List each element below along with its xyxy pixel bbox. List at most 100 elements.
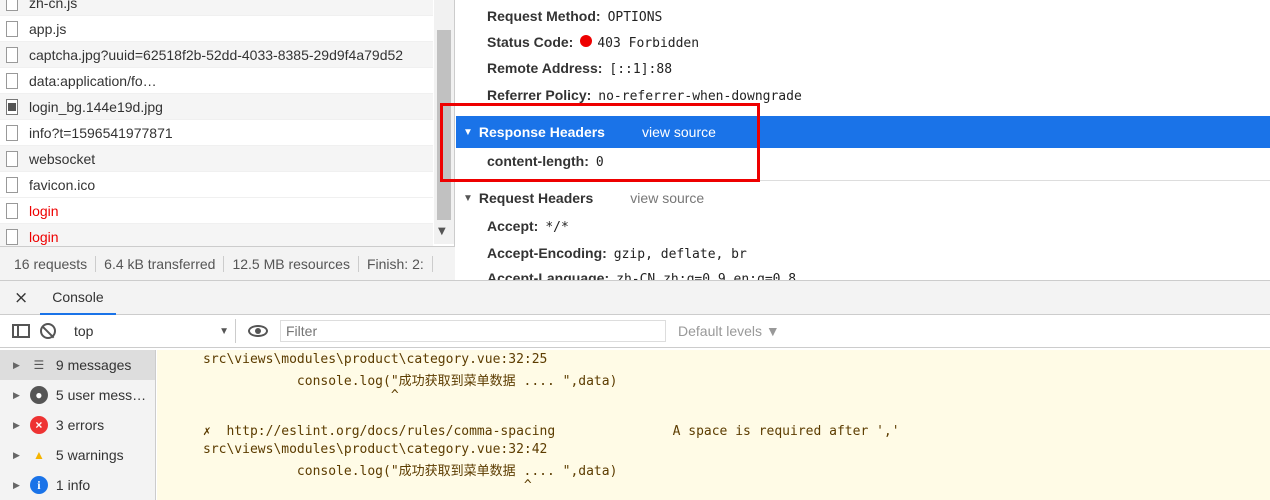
console-sidebar: ▶ ☰ 9 messages ▶ ● 5 user mess… ▶ × 3 er… xyxy=(0,350,156,500)
console-line: console.log("成功获取到菜单数据 .... ",data) xyxy=(203,374,618,389)
request-row[interactable]: app.js xyxy=(0,16,433,42)
expand-arrow-icon[interactable]: ▶ xyxy=(13,360,20,371)
context-selector[interactable]: top ▼ xyxy=(74,319,236,343)
sidebar-item-user-messages[interactable]: ▶ ● 5 user mess… xyxy=(0,380,155,410)
request-rows: zh-cn.js app.js captcha.jpg?uuid=62518f2b-… xyxy=(0,0,433,250)
expand-triangle-icon[interactable]: ▼ xyxy=(463,193,473,204)
header-value: 403 Forbidden xyxy=(597,36,700,51)
request-list: zh-cn.js app.js captcha.jpg?uuid=62518f2b-… xyxy=(0,0,455,280)
request-row[interactable]: data:application/fo… xyxy=(0,68,433,94)
console-line: ^ xyxy=(203,478,532,493)
referrer-policy-row: Referrer Policy: no-referrer-when-downgr… xyxy=(487,87,802,104)
resources-size: 12.5 MB resources xyxy=(224,255,359,272)
document-file-icon xyxy=(6,72,18,89)
accept-row: Accept: */* xyxy=(487,218,569,235)
image-file-icon xyxy=(6,98,18,115)
section-title: Request Headers xyxy=(478,190,594,206)
request-row[interactable]: login xyxy=(0,198,433,224)
info-icon: i xyxy=(29,476,48,494)
header-value: */* xyxy=(545,220,569,235)
network-panel: zh-cn.js app.js captcha.jpg?uuid=62518f2b-… xyxy=(0,0,1270,280)
request-name: login xyxy=(29,202,59,219)
request-name: zh-cn.js xyxy=(29,0,78,11)
finish-time: Finish: 2: xyxy=(359,255,433,272)
header-value: no-referrer-when-downgrade xyxy=(598,89,802,104)
console-line: src\views\modules\product\category.vue:3… xyxy=(203,352,548,367)
highlight-box xyxy=(440,103,760,182)
request-name: login xyxy=(29,228,59,245)
request-row[interactable]: login_bg.144e19d.jpg xyxy=(0,94,433,120)
header-key: Accept-Encoding: xyxy=(487,245,607,261)
close-drawer-icon[interactable]: × xyxy=(14,288,28,308)
header-value: [::1]:88 xyxy=(609,62,673,77)
request-row[interactable]: favicon.ico xyxy=(0,172,433,198)
filter-input[interactable] xyxy=(280,320,666,342)
header-value: OPTIONS xyxy=(607,10,663,25)
document-file-icon xyxy=(6,20,18,37)
sidebar-item-label: 9 messages xyxy=(55,357,132,373)
clear-console-icon[interactable] xyxy=(40,323,56,339)
console-line: ✗ http://eslint.org/docs/rules/comma-spa… xyxy=(203,424,900,439)
requests-count: 16 requests xyxy=(0,255,97,272)
request-row[interactable]: info?t=1596541977871 xyxy=(0,120,433,146)
header-key: Status Code: xyxy=(487,34,574,50)
sidebar-item-label: 5 warnings xyxy=(55,447,124,463)
sidebar-item-messages[interactable]: ▶ ☰ 9 messages xyxy=(0,350,155,380)
warning-icon: ▲ xyxy=(32,448,45,462)
sidebar-item-warnings[interactable]: ▶ ▲ 5 warnings xyxy=(0,440,155,470)
request-name: favicon.ico xyxy=(29,176,96,193)
document-file-icon xyxy=(6,150,18,167)
request-name: data:application/fo… xyxy=(29,72,157,89)
context-value: top xyxy=(74,323,94,339)
status-dot-icon xyxy=(580,35,593,47)
transferred-size: 6.4 kB transferred xyxy=(96,255,225,272)
sidebar-item-info[interactable]: ▶ i 1 info xyxy=(0,470,155,500)
remote-address-row: Remote Address: [::1]:88 xyxy=(487,60,672,77)
request-name: info?t=1596541977871 xyxy=(29,124,173,141)
header-key: Accept: xyxy=(487,218,539,234)
request-row[interactable]: zh-cn.js xyxy=(0,0,433,16)
expand-arrow-icon[interactable]: ▶ xyxy=(13,450,20,461)
header-value: zh-CN,zh;q=0.9,en;q=0.8 xyxy=(616,272,797,280)
request-name: websocket xyxy=(29,150,96,167)
sidebar-item-errors[interactable]: ▶ × 3 errors xyxy=(0,410,155,440)
document-file-icon xyxy=(6,124,18,141)
accept-language-row: Accept-Language: zh-CN,zh;q=0.9,en;q=0.8 xyxy=(487,270,796,280)
document-file-icon xyxy=(6,176,18,193)
console-drawer: × Console top ▼ Default levels ▼ ▶ ☰ 9 m… xyxy=(0,280,1270,500)
document-file-icon xyxy=(6,228,18,245)
request-row[interactable]: websocket xyxy=(0,146,433,172)
header-key: Request Method: xyxy=(487,8,601,24)
list-icon: ☰ xyxy=(33,358,45,372)
drawer-tabbar: × Console xyxy=(0,281,1270,315)
sidebar-toggle-icon[interactable] xyxy=(12,324,30,338)
scroll-down-arrow-icon[interactable]: ▼ xyxy=(438,226,446,237)
status-code-row: Status Code: 403 Forbidden xyxy=(487,34,699,51)
tab-console[interactable]: Console xyxy=(40,281,116,315)
network-summary-bar: 16 requests 6.4 kB transferred 12.5 MB r… xyxy=(0,246,455,280)
header-key: Accept-Language: xyxy=(487,270,610,280)
accept-encoding-row: Accept-Encoding: gzip, deflate, br xyxy=(487,245,747,262)
sidebar-item-label: 5 user mess… xyxy=(55,387,147,403)
document-file-icon xyxy=(6,46,18,63)
document-file-icon xyxy=(6,0,18,11)
header-value: gzip, deflate, br xyxy=(613,247,747,262)
user-icon: ● xyxy=(29,386,48,404)
chevron-down-icon: ▼ xyxy=(219,325,229,337)
request-row[interactable]: captcha.jpg?uuid=62518f2b-52dd-4033-8385… xyxy=(0,42,433,68)
request-name: login_bg.144e19d.jpg xyxy=(29,98,163,115)
header-key: Referrer Policy: xyxy=(487,87,592,103)
expand-arrow-icon[interactable]: ▶ xyxy=(13,420,20,431)
header-key: Remote Address: xyxy=(487,60,603,76)
expand-arrow-icon[interactable]: ▶ xyxy=(13,480,20,491)
console-line: src\views\modules\product\category.vue:3… xyxy=(203,442,548,457)
live-expression-eye-icon[interactable] xyxy=(248,325,268,337)
sidebar-item-label: 1 info xyxy=(55,477,91,493)
console-line: ^ xyxy=(203,388,399,403)
console-toolbar: top ▼ Default levels ▼ xyxy=(0,315,1270,348)
request-headers-section[interactable]: ▼ Request Headers view source xyxy=(456,182,1270,214)
default-levels-dropdown[interactable]: Default levels ▼ xyxy=(678,323,780,339)
console-line: console.log("成功获取到菜单数据 .... ",data) xyxy=(203,464,618,479)
view-source-link[interactable]: view source xyxy=(630,190,704,206)
expand-arrow-icon[interactable]: ▶ xyxy=(13,390,20,401)
